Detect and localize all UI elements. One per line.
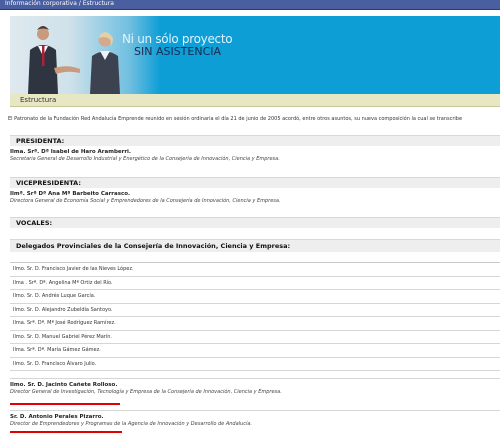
red-underline [10, 403, 120, 405]
section-title-bar: Estructura [10, 94, 500, 107]
list-item-text: Ilmo. Sr. D. Alejandro Zubeldía Santoyo. [13, 306, 113, 313]
vicepresidenta-header: VICEPRESIDENTA: [10, 177, 500, 188]
list-item: Ilmo. Sr. D. Andrés Luque García. [10, 290, 500, 304]
presidenta-label: PRESIDENTA: [16, 137, 65, 145]
presidenta-name: Ilma. Srª. Dª Isabel de Haro Aramberri. [10, 149, 132, 155]
vicepresidenta-label: VICEPRESIDENTA: [16, 179, 81, 187]
banner-subtitle: SIN ASISTENCIA [134, 45, 222, 58]
list-item: Ilma. Srª. Dª. María Gámez Gámez. [10, 344, 500, 358]
presidenta-header: PRESIDENTA: [10, 135, 500, 146]
vocal-role: Director General de Investigación, Tecno… [10, 389, 282, 395]
header-banner: Ni un sólo proyecto SIN ASISTENCIA [10, 16, 500, 94]
banner-tagline: Ni un sólo proyecto [122, 32, 233, 46]
vicepresidenta-name: Ilmª. Srª Dª Ana Mª Barbeito Carrasco. [10, 191, 131, 197]
vocal-name: Sr. D. Antonio Perales Pizarro. [10, 414, 104, 420]
red-underline [10, 431, 122, 433]
page-title: Estructura [20, 96, 57, 104]
vocales-label: VOCALES: [16, 219, 53, 227]
vocales-header: VOCALES: [10, 217, 500, 228]
delegados-header: Delegados Provinciales de la Consejería … [10, 239, 500, 252]
window-title-bar: Información corporativa / Estructura [0, 0, 500, 10]
delegados-label: Delegados Provinciales de la Consejería … [16, 242, 291, 250]
delegados-list: Ilmo. Sr. D. Francisco Javier de las Nie… [10, 262, 500, 371]
presidenta-role: Secretaria General de Desarrollo Industr… [10, 156, 280, 162]
vocal-role: Director de Emprendedores y Programas de… [10, 421, 252, 427]
list-item: Ilmo. Sr. D. Francisco Álvaro Julio. [10, 357, 500, 371]
list-item: Ilmo. Sr. D. Alejandro Zubeldía Santoyo. [10, 303, 500, 317]
list-item-text: Ilmo. Sr. D. Manuel Gabriel Pérez Marín. [13, 333, 112, 340]
business-people-photo [28, 26, 120, 94]
list-item: Ilma. Srª. Dª. Mª José Rodríguez Ramírez… [10, 317, 500, 331]
list-item: Ilmo. Sr. D. Manuel Gabriel Pérez Marín. [10, 330, 500, 344]
breadcrumb: Información corporativa / Estructura [5, 0, 114, 7]
list-item-text: Ilmo. Sr. D. Francisco Álvaro Julio. [13, 360, 97, 367]
intro-paragraph: El Patronato de la Fundación Red Andaluc… [8, 116, 463, 122]
list-item-text: Ilma . Srª. Dª. Angelina Mª Ortiz del Rí… [13, 279, 113, 286]
vicepresidenta-role: Directora General de Economía Social y E… [10, 198, 281, 204]
list-item-text: Ilmo. Sr. D. Francisco Javier de las Nie… [13, 266, 134, 272]
list-item-text: Ilma. Srª. Dª. Mª José Rodríguez Ramírez… [13, 320, 116, 326]
divider [10, 378, 500, 379]
list-item-text: Ilmo. Sr. D. Andrés Luque García. [13, 293, 96, 299]
divider [10, 410, 500, 411]
vocal-name: Ilmo. Sr. D. Jacinto Cañete Rolloso. [10, 382, 118, 388]
list-item: Ilma . Srª. Dª. Angelina Mª Ortiz del Rí… [10, 276, 500, 290]
list-item-text: Ilma. Srª. Dª. María Gámez Gámez. [13, 347, 101, 353]
list-item: Ilmo. Sr. D. Francisco Javier de las Nie… [10, 263, 500, 277]
